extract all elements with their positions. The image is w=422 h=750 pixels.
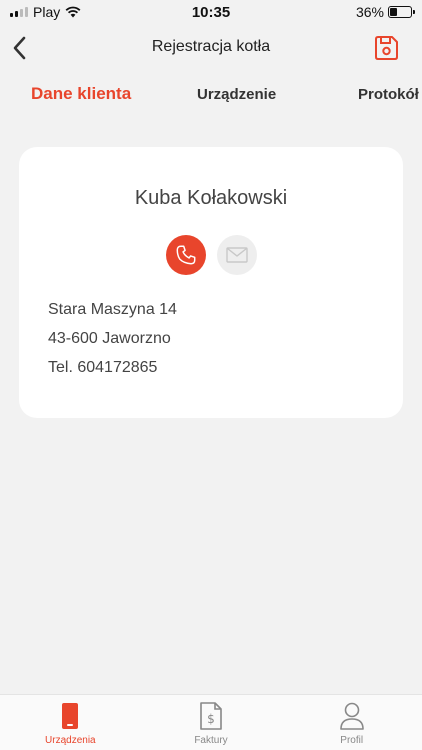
- address-city: 43-600 Jaworzno: [48, 330, 171, 347]
- email-button[interactable]: [216, 235, 257, 275]
- wifi-icon: [65, 6, 81, 18]
- device-icon: [62, 703, 79, 729]
- carrier-label: Play: [33, 4, 61, 20]
- tab-client-data[interactable]: Dane klienta: [31, 84, 131, 104]
- battery-icon: [388, 6, 415, 18]
- invoice-icon: $: [200, 702, 222, 730]
- signal-icon: [10, 7, 28, 17]
- bottom-nav-invoices[interactable]: $ Faktury: [141, 695, 282, 750]
- tab-device[interactable]: Urządzenie: [197, 86, 276, 103]
- bottom-nav-invoices-label: Faktury: [194, 735, 228, 746]
- bottom-nav: Urządzenia $ Faktury Profil: [0, 694, 422, 750]
- page-title: Rejestracja kotła: [151, 38, 271, 55]
- bottom-nav-devices[interactable]: Urządzenia: [0, 695, 141, 750]
- status-left: Play: [10, 4, 81, 20]
- mail-icon: [225, 247, 248, 263]
- phone-icon: [176, 245, 195, 265]
- bottom-nav-profile-label: Profil: [340, 735, 364, 746]
- tab-bar: Dane klienta Urządzenie Protokół: [0, 82, 422, 112]
- call-button[interactable]: [165, 235, 206, 275]
- status-bar: Play 10:35 36%: [0, 0, 422, 24]
- client-card: Kuba Kołakowski Stara Maszyna 14 43-600 …: [19, 147, 403, 418]
- tab-protocol[interactable]: Protokół: [358, 86, 419, 103]
- save-button[interactable]: [372, 34, 400, 62]
- client-address: Stara Maszyna 14 43-600 Jaworzno Tel. 60…: [48, 295, 177, 382]
- profile-icon: [339, 702, 364, 730]
- address-street: Stara Maszyna 14: [48, 301, 177, 318]
- status-time: 10:35: [191, 3, 231, 21]
- save-icon: [375, 36, 398, 60]
- bottom-nav-profile[interactable]: Profil: [281, 695, 422, 750]
- client-name: Kuba Kołakowski: [134, 187, 288, 209]
- svg-text:$: $: [207, 712, 215, 726]
- client-phone: Tel. 604172865: [48, 359, 158, 376]
- bottom-nav-devices-label: Urządzenia: [45, 735, 96, 746]
- status-right: 36%: [355, 4, 415, 20]
- nav-bar: Rejestracja kotła: [0, 28, 422, 68]
- battery-fill: [390, 8, 398, 16]
- contact-actions: [19, 235, 403, 275]
- battery-percent: 36%: [355, 4, 384, 20]
